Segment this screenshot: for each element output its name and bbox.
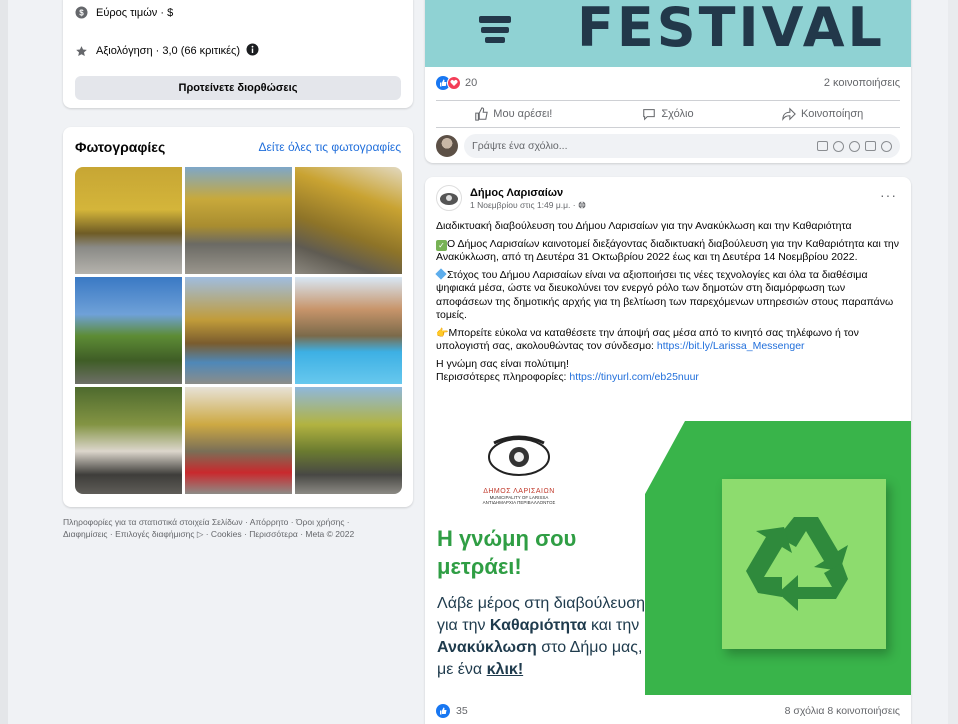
graphic-headline: Η γνώμη σου μετράει! <box>437 525 576 581</box>
post2-reactions[interactable]: 35 8 σχόλια 8 κοινοποιήσεις <box>436 701 900 721</box>
user-avatar[interactable] <box>436 135 458 157</box>
thumbs-up-icon <box>475 107 489 121</box>
page-right-gutter <box>948 0 958 724</box>
post-larissa-consultation: Δήμος Λαρισαίων 1 Νοεμβρίου στις 1:49 μ.… <box>425 177 911 724</box>
sticky-note <box>722 479 886 649</box>
info-icon[interactable] <box>246 43 259 59</box>
more-info-link[interactable]: https://tinyurl.com/eb25nuur <box>569 371 699 383</box>
photos-card: Φωτογραφίες Δείτε όλες τις φωτογραφίες <box>63 127 413 507</box>
comment-placeholder: Γράψτε ένα σχόλιο... <box>472 140 568 152</box>
post-date[interactable]: 1 Νοεμβρίου στις 1:49 μ.μ. · <box>470 200 586 210</box>
comment-icon <box>643 109 656 121</box>
photo-thumbnail[interactable] <box>295 277 402 384</box>
sticker-icon[interactable] <box>817 140 828 151</box>
post-paragraph: ✓ Ο Δήμος Λαρισαίων καινοτομεί διεξάγοντα… <box>436 237 899 263</box>
consultation-graphic-image[interactable]: ΔΗΜΟΣ ΛΑΡΙΣΑΙΩΝ MUNICIPALITY OF LARISSA … <box>425 421 911 695</box>
post1-shares[interactable]: 2 κοινοποιήσεις <box>824 77 900 89</box>
about-card: $ Εύρος τιμών · $ Αξιολόγηση · 3,0 (66 κ… <box>63 0 413 108</box>
post2-reaction-count: 35 <box>456 705 468 717</box>
like-reaction-icon <box>436 704 450 718</box>
logo-text-greek: ΔΗΜΟΣ ΛΑΡΙΣΑΙΩΝ <box>483 488 555 495</box>
rating-text: Αξιολόγηση · 3,0 (66 κριτικές) <box>96 45 241 57</box>
post-festival: FESTIVAL 20 2 κοινοποιήσεις Μου αρέσει! … <box>425 0 911 163</box>
messenger-link[interactable]: https://bit.ly/Larissa_Messenger <box>657 340 805 352</box>
graphic-headline-line2: μετράει! <box>437 554 522 579</box>
price-icon: $ <box>75 6 88 19</box>
graphic-headline-line1: Η γνώμη σου <box>437 526 577 551</box>
page-name[interactable]: Δήμος Λαρισαίων <box>470 187 586 199</box>
lightbulb-icon <box>479 16 511 43</box>
rating-row: Αξιολόγηση · 3,0 (66 κριτικές) <box>75 43 259 59</box>
photo-thumbnail[interactable] <box>295 387 402 494</box>
camera-icon[interactable] <box>849 140 860 152</box>
avatar-sticker-icon[interactable] <box>881 140 892 152</box>
price-range-text: Εύρος τιμών · $ <box>96 6 174 19</box>
post-paragraph: Διαδικτυακή διαβούλευση του Δήμου Λαρισα… <box>436 220 852 232</box>
comment-label: Σχόλιο <box>661 108 694 120</box>
post1-reaction-count: 20 <box>465 77 478 89</box>
emoji-icon[interactable] <box>833 140 844 152</box>
comment-input[interactable]: Γράψτε ένα σχόλιο... <box>464 134 900 158</box>
logo-text-department: ΑΝΤΙΔΗΜΑΡΧΙΑ ΠΕΡΙΒΑΛΛΟΝΤΟΣ <box>482 500 556 505</box>
share-label: Κοινοποίηση <box>801 108 864 120</box>
share-button[interactable]: Κοινοποίηση <box>745 101 900 127</box>
photo-thumbnail[interactable] <box>75 167 182 274</box>
post2-comment-share-stats[interactable]: 8 σχόλια 8 κοινοποιήσεις <box>785 705 900 717</box>
festival-banner-text: FESTIVAL <box>577 0 885 59</box>
graphic-sub-line2: για την Καθαριότητα και την <box>437 617 640 634</box>
photos-title: Φωτογραφίες <box>75 139 166 155</box>
price-range-row: $ Εύρος τιμών · $ <box>75 6 173 19</box>
municipality-logo: ΔΗΜΟΣ ΛΑΡΙΣΑΙΩΝ MUNICIPALITY OF LARISSA … <box>471 431 567 515</box>
gif-icon[interactable] <box>865 140 876 151</box>
check-emoji-icon: ✓ <box>436 239 447 251</box>
suggest-edits-button[interactable]: Προτείνετε διορθώσεις <box>75 76 401 100</box>
post-paragraph: Περισσότερες πληροφορίες: https://tinyur… <box>436 371 699 383</box>
graphic-subheadline: Λάβε μέρος στη διαβούλευση για την Καθαρ… <box>437 593 697 681</box>
post2-header: Δήμος Λαρισαίων 1 Νοεμβρίου στις 1:49 μ.… <box>436 185 586 211</box>
page-footer-links[interactable]: Πληροφορίες για τα στατιστικά στοιχεία Σ… <box>63 516 393 540</box>
municipality-logo-icon <box>440 193 458 205</box>
festival-banner-image[interactable]: FESTIVAL <box>425 0 911 67</box>
graphic-sub-line3: Ανακύκλωση στο Δήμο μας, <box>437 639 643 656</box>
see-all-photos-link[interactable]: Δείτε όλες τις φωτογραφίες <box>259 140 401 154</box>
globe-icon <box>578 200 586 209</box>
graphic-sub-line4: με ένα κλικ! <box>437 661 524 678</box>
municipality-emblem-icon <box>488 435 550 476</box>
pointing-hand-emoji-icon: 👉 <box>436 327 449 339</box>
page-left-gutter <box>0 0 8 724</box>
like-button[interactable]: Μου αρέσει! <box>436 101 591 127</box>
write-comment-row: Γράψτε ένα σχόλιο... <box>436 133 900 159</box>
post-paragraph: 👉Μπορείτε εύκολα να καταθέσετε την άποψή… <box>436 326 859 353</box>
star-icon <box>75 45 88 58</box>
love-reaction-icon <box>447 76 461 90</box>
post-date-text: 1 Νοεμβρίου στις 1:49 μ.μ. · <box>470 199 578 210</box>
page-avatar[interactable] <box>436 185 462 211</box>
diamond-emoji-icon <box>435 267 447 280</box>
like-label: Μου αρέσει! <box>493 108 553 120</box>
comment-button[interactable]: Σχόλιο <box>591 101 746 127</box>
photo-thumbnail[interactable] <box>75 387 182 494</box>
post1-actions: Μου αρέσει! Σχόλιο Κοινοποίηση <box>436 100 900 128</box>
photo-thumbnail[interactable] <box>185 277 292 384</box>
graphic-sub-line1: Λάβε μέρος στη διαβούλευση <box>437 595 645 612</box>
svg-text:$: $ <box>79 9 84 18</box>
photo-thumbnail[interactable] <box>75 277 182 384</box>
photo-grid <box>75 167 402 494</box>
photo-thumbnail[interactable] <box>295 167 402 274</box>
photo-thumbnail[interactable] <box>185 387 292 494</box>
recycle-icon <box>746 517 848 611</box>
post-paragraph: Στόχος του Δήμου Λαρισαίων είναι να αξιο… <box>435 267 894 321</box>
post1-reactions[interactable]: 20 2 κοινοποιήσεις <box>436 75 900 91</box>
share-icon <box>782 107 796 121</box>
post-options-icon[interactable]: ··· <box>880 187 897 203</box>
post2-body: Διαδικτυακή διαβούλευση του Δήμου Λαρισα… <box>435 220 901 389</box>
photo-thumbnail[interactable] <box>185 167 292 274</box>
post-paragraph: Η γνώμη σας είναι πολύτιμη! <box>436 357 569 370</box>
